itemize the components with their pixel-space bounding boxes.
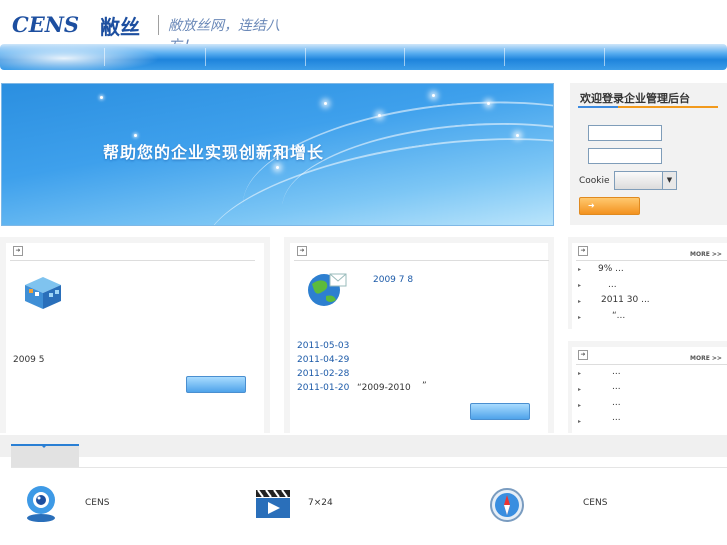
cookie-label: Cookie [579,176,610,186]
panel-divider [294,260,549,261]
news-item-suffix: ” [422,381,427,391]
login-title: 欢迎登录企业管理后台 [580,92,690,105]
cookie-select[interactable]: ▼ [614,171,677,190]
sparkle [100,96,103,99]
panel-news-button[interactable] [470,403,530,420]
more-link[interactable]: MORE >> [690,251,722,258]
banner-headline: 帮助您的企业实现创新和增长 [103,143,325,162]
sparkle [432,94,435,97]
nav-bar[interactable] [0,44,727,70]
list-item[interactable]: ... [608,280,617,290]
webcam-icon[interactable] [22,484,60,524]
panel-company: ➜ 2009 5 [0,237,270,433]
panel-company-button[interactable] [186,376,246,393]
services-tabbar [0,435,727,468]
globe-mail-icon [308,273,347,306]
bullet-icon: ▸ [578,418,582,425]
bullet-icon: ▸ [578,370,582,377]
list-item[interactable]: ... [612,367,621,377]
panel-arrow-icon: ➜ [13,246,23,256]
list-item[interactable]: 2011 30 ... [601,295,650,305]
list-item[interactable]: ... [612,398,621,408]
panel-divider [576,364,727,365]
sparkle [276,166,279,169]
panel-arrow-icon: ➜ [578,350,588,360]
bullet-icon: ▸ [578,266,582,273]
username-input[interactable] [588,125,662,141]
list-item[interactable]: ... [612,413,621,423]
arrow-right-icon: ➜ [588,201,595,210]
sparkle [516,134,519,137]
logo-text: CENS [12,12,80,37]
panel-right-bottom: ➜ MORE >> ▸ ... ▸ ... ▸ ... ▸ ... [568,341,727,433]
nav-divider [604,48,605,66]
list-item[interactable]: ... [612,382,621,392]
services-divider [11,467,727,468]
panel-arrow-icon: ➜ [297,246,307,256]
list-item[interactable]: “... [612,311,625,321]
news-headline[interactable]: 2009 7 8 [373,275,413,285]
sparkle [324,102,327,105]
logo-cn: 敝丝 [100,15,140,39]
bullet-icon: ▸ [578,282,582,289]
panel-news: ➜ 2009 7 8 2011-05-03 2011-04-29 2011-02… [284,237,554,433]
news-date[interactable]: 2011-01-20 [297,383,349,393]
service-label[interactable]: CENS [85,498,109,508]
panel-divider [10,260,255,261]
bullet-icon: ▸ [578,386,582,393]
bullet-icon: ▸ [578,314,582,321]
news-item-text[interactable]: “2009-2010 [357,383,411,393]
panel-company-text: 2009 5 [13,355,45,365]
bullet-icon: ▸ [578,402,582,409]
sparkle [134,134,137,137]
nav-divider [205,48,206,66]
nav-divider [404,48,405,66]
more-link[interactable]: MORE >> [690,355,722,362]
chevron-down-icon[interactable]: ▼ [662,172,676,189]
nav-divider [305,48,306,66]
panel-arrow-icon: ➜ [578,246,588,256]
logo-separator [158,15,159,35]
service-label[interactable]: 7×24 [308,498,333,508]
nav-glow [0,44,160,70]
panel-divider [576,260,727,261]
nav-divider [504,48,505,66]
news-date[interactable]: 2011-04-29 [297,355,349,365]
hero-banner[interactable]: 帮助您的企业实现创新和增长 [1,83,554,226]
service-label[interactable]: CENS [583,498,607,508]
tab-services[interactable] [11,444,79,468]
panel-right-top: ➜ MORE >> ▸ 9% ... ▸ ... ▸ 2011 30 ... ▸… [568,237,727,329]
sparkle [487,102,490,105]
video-clapper-icon[interactable] [254,488,294,520]
building-icon [25,277,61,309]
password-input[interactable] [588,148,662,164]
bullet-icon: ▸ [578,298,582,305]
compass-icon[interactable] [488,487,526,523]
login-button[interactable]: ➜ [579,197,640,215]
login-panel: 欢迎登录企业管理后台 Cookie ▼ ➜ [570,83,727,225]
nav-divider [104,48,105,66]
news-date[interactable]: 2011-02-28 [297,369,349,379]
news-date[interactable]: 2011-05-03 [297,341,349,351]
login-title-underline-accent [618,106,718,108]
logo[interactable]: CENS 敝丝 敝放丝网，连结八方！ [8,8,291,54]
tab-indicator [41,445,47,448]
list-item[interactable]: 9% ... [598,264,624,274]
sparkle [378,114,381,117]
